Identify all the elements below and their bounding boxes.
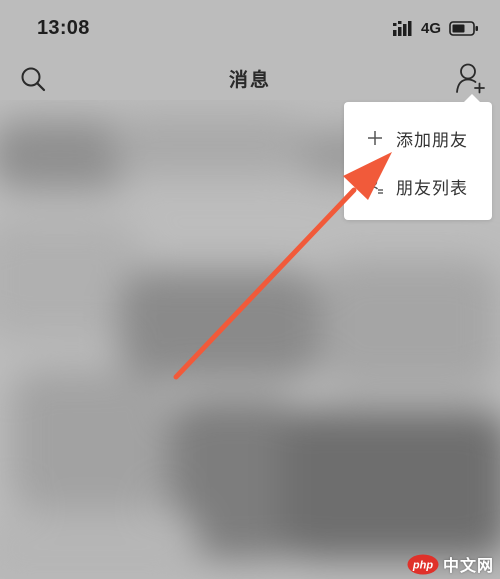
signal-icon: [393, 21, 412, 36]
status-bar: 13:08 4G: [0, 0, 500, 56]
watermark-text: 中文网: [442, 558, 494, 575]
battery-icon: [449, 21, 478, 36]
watermark-logo-text: php: [412, 559, 433, 571]
dropdown-caret: [464, 94, 480, 102]
menu-item-add-friend[interactable]: 添加朋友: [344, 114, 492, 162]
network-label: 4G: [421, 20, 442, 37]
watermark: php 中文网: [407, 552, 494, 576]
friend-list-icon: [366, 177, 383, 195]
plus-icon: [368, 131, 382, 145]
phone-screen: 13:08 4G 消息 添加朋友 朋友列表 php 中文网: [0, 0, 500, 579]
page-title: 消息: [228, 70, 271, 91]
nav-bar: 消息: [0, 56, 500, 100]
status-time: 13:08: [37, 17, 90, 39]
add-user-icon[interactable]: [455, 62, 485, 94]
dropdown-menu: 添加朋友 朋友列表: [344, 94, 492, 220]
php-logo-icon: php: [407, 554, 439, 574]
menu-item-label: 朋友列表: [396, 178, 468, 198]
menu-item-friend-list[interactable]: 朋友列表: [344, 162, 492, 210]
menu-item-label: 添加朋友: [396, 130, 468, 150]
